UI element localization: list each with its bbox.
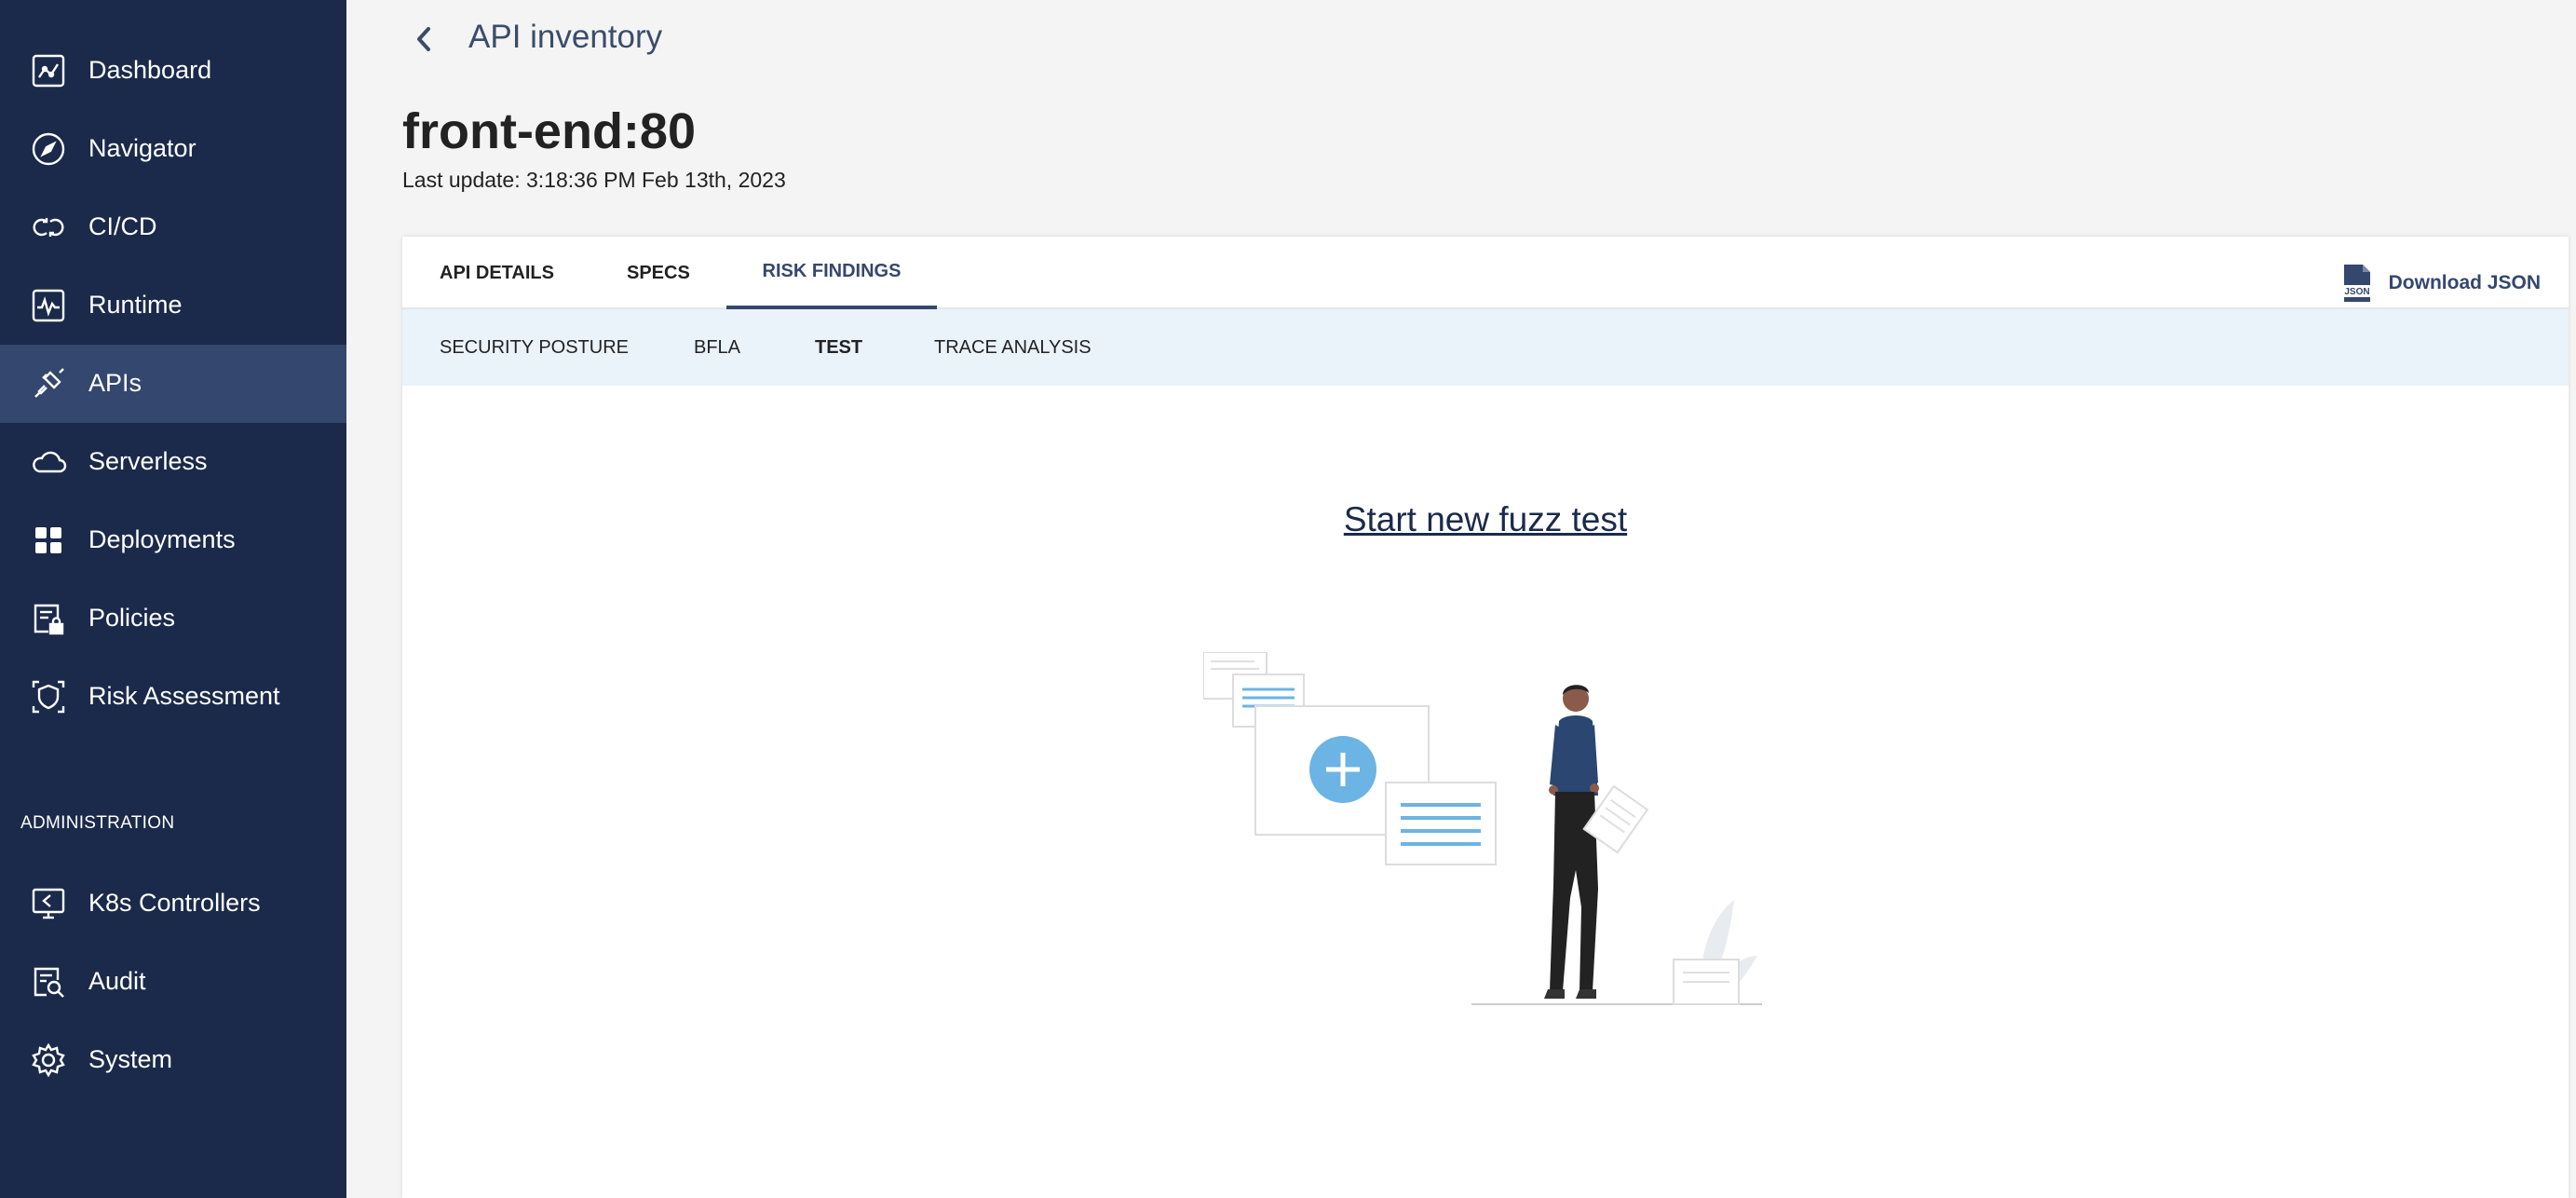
runtime-icon bbox=[30, 287, 67, 324]
sidebar-item-system[interactable]: System bbox=[0, 1021, 346, 1099]
risk-shield-icon bbox=[30, 678, 67, 715]
subtabs-bar: SECURITY POSTURE BFLA TEST TRACE ANALYSI… bbox=[402, 309, 2569, 386]
tab-api-details[interactable]: API DETAILS bbox=[440, 237, 554, 309]
json-file-icon: JSON bbox=[2340, 263, 2374, 304]
tab-label: SPECS bbox=[627, 262, 690, 283]
policy-lock-icon bbox=[30, 600, 67, 637]
breadcrumb[interactable]: API inventory bbox=[468, 19, 662, 56]
cicd-icon bbox=[30, 209, 67, 246]
sidebar-item-label: CI/CD bbox=[88, 212, 157, 240]
compass-icon bbox=[30, 130, 67, 168]
api-icon bbox=[30, 365, 67, 402]
sidebar-item-label: Policies bbox=[88, 604, 176, 632]
sidebar: Dashboard Navigator CI/CD Runtime APIs S… bbox=[0, 0, 346, 1198]
sidebar-item-label: System bbox=[88, 1045, 173, 1073]
sidebar-item-runtime[interactable]: Runtime bbox=[0, 266, 346, 345]
download-json-label: Download JSON bbox=[2388, 272, 2541, 293]
tab-label: RISK FINDINGS bbox=[762, 260, 902, 281]
sidebar-item-label: K8s Controllers bbox=[88, 889, 261, 917]
tab-specs[interactable]: SPECS bbox=[627, 237, 690, 309]
tab-risk-findings[interactable]: RISK FINDINGS bbox=[726, 237, 937, 309]
main-card: API DETAILS SPECS RISK FINDINGS JSON Dow… bbox=[402, 237, 2569, 1198]
page-title: front-end:80 bbox=[402, 103, 696, 159]
sidebar-item-apis[interactable]: APIs bbox=[0, 345, 346, 423]
subtab-security-posture[interactable]: SECURITY POSTURE bbox=[440, 309, 629, 386]
dashboard-icon bbox=[30, 52, 67, 89]
subtab-trace-analysis[interactable]: TRACE ANALYSIS bbox=[934, 309, 1091, 386]
sidebar-item-navigator[interactable]: Navigator bbox=[0, 110, 346, 188]
subtab-label: TRACE ANALYSIS bbox=[934, 336, 1091, 358]
section-label-administration: ADMINISTRATION bbox=[20, 813, 175, 833]
start-fuzz-test-link[interactable]: Start new fuzz test bbox=[1344, 500, 1627, 538]
tabs-bar: API DETAILS SPECS RISK FINDINGS JSON Dow… bbox=[402, 237, 2569, 309]
sidebar-item-label: Navigator bbox=[88, 134, 197, 162]
sidebar-item-deployments[interactable]: Deployments bbox=[0, 501, 346, 579]
grid-icon bbox=[30, 522, 67, 559]
sidebar-item-label: Risk Assessment bbox=[88, 682, 280, 710]
sidebar-item-label: Deployments bbox=[88, 525, 236, 553]
start-fuzz-test-container: Start new fuzz test bbox=[402, 500, 2569, 539]
k8s-monitor-icon bbox=[30, 885, 67, 922]
sidebar-item-k8s-controllers[interactable]: K8s Controllers bbox=[0, 864, 346, 943]
last-update-text: Last update: 3:18:36 PM Feb 13th, 2023 bbox=[402, 168, 786, 192]
tab-label: API DETAILS bbox=[440, 262, 554, 283]
subtab-label: TEST bbox=[815, 336, 863, 358]
sidebar-item-label: Audit bbox=[88, 967, 146, 995]
subtab-label: BFLA bbox=[694, 336, 741, 358]
gear-icon bbox=[30, 1041, 67, 1079]
sidebar-item-label: APIs bbox=[88, 369, 142, 397]
download-json-button[interactable]: JSON Download JSON bbox=[2340, 263, 2541, 304]
sidebar-item-serverless[interactable]: Serverless bbox=[0, 423, 346, 501]
sidebar-item-label: Dashboard bbox=[88, 56, 212, 84]
cloud-icon bbox=[30, 443, 67, 481]
svg-text:JSON: JSON bbox=[2344, 287, 2369, 297]
sidebar-item-policies[interactable]: Policies bbox=[0, 579, 346, 658]
sidebar-item-cicd[interactable]: CI/CD bbox=[0, 188, 346, 266]
audit-icon bbox=[30, 963, 67, 1001]
subtab-bfla[interactable]: BFLA bbox=[694, 309, 740, 386]
sidebar-item-label: Runtime bbox=[88, 291, 183, 319]
chevron-left-icon bbox=[410, 20, 438, 58]
empty-state-illustration bbox=[1203, 652, 1762, 1006]
sidebar-item-risk-assessment[interactable]: Risk Assessment bbox=[0, 658, 346, 736]
back-button[interactable] bbox=[410, 20, 438, 58]
sidebar-item-audit[interactable]: Audit bbox=[0, 943, 346, 1021]
sidebar-item-label: Serverless bbox=[88, 447, 208, 475]
sidebar-item-dashboard[interactable]: Dashboard bbox=[0, 32, 346, 110]
subtab-test[interactable]: TEST bbox=[815, 309, 862, 386]
subtab-label: SECURITY POSTURE bbox=[440, 336, 629, 358]
